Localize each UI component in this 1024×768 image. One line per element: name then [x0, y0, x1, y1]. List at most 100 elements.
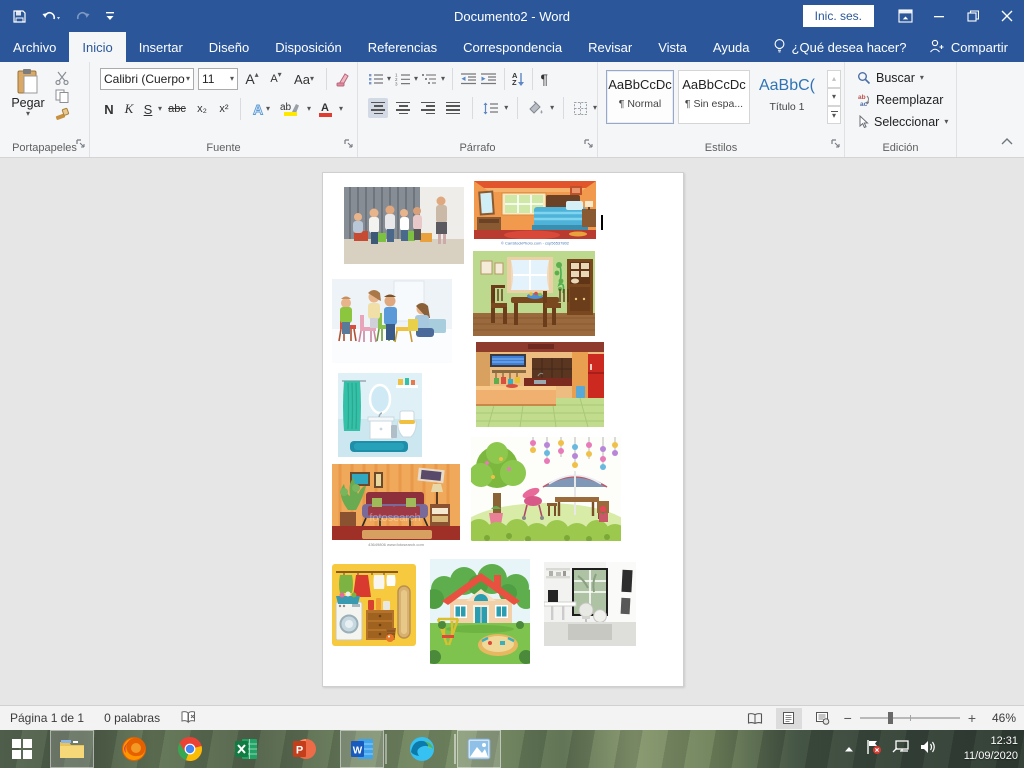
- customize-qat-icon[interactable]: [105, 10, 115, 22]
- strikethrough-button[interactable]: abc: [164, 103, 190, 115]
- decrease-indent-button[interactable]: [460, 72, 477, 86]
- start-button[interactable]: [0, 730, 44, 768]
- justify-button[interactable]: [443, 98, 463, 118]
- paragraph-dialog-launcher-icon[interactable]: [584, 136, 594, 154]
- select-button[interactable]: Seleccionar ▾: [857, 112, 956, 132]
- share-button[interactable]: Compartir: [921, 32, 1016, 62]
- numbering-button[interactable]: 123: [394, 72, 411, 86]
- tab-referencias[interactable]: Referencias: [355, 32, 450, 62]
- highlight-button[interactable]: ab: [275, 102, 305, 116]
- font-color-button[interactable]: A: [313, 102, 337, 117]
- highlight-dropdown-icon[interactable]: ▾: [307, 105, 311, 113]
- tab-inicio[interactable]: Inicio: [69, 32, 125, 62]
- styles-scroll-down-icon[interactable]: ▾: [827, 88, 841, 106]
- taskbar-clock[interactable]: 12:31 11/09/2020: [964, 734, 1018, 764]
- show-marks-button[interactable]: ¶: [540, 71, 548, 87]
- garden-image[interactable]: [471, 437, 621, 541]
- copy-icon[interactable]: [54, 89, 70, 103]
- tab-ayuda[interactable]: Ayuda: [700, 32, 763, 62]
- zoom-slider[interactable]: [860, 717, 960, 719]
- zoom-out-button[interactable]: −: [844, 710, 852, 726]
- clear-formatting-icon[interactable]: [335, 72, 351, 87]
- grow-font-button[interactable]: A▴: [242, 71, 262, 87]
- paste-button[interactable]: Pegar ▾: [8, 68, 48, 118]
- format-painter-icon[interactable]: [54, 107, 70, 121]
- tell-me-box[interactable]: ¿Qué desea hacer?: [763, 32, 917, 62]
- align-right-button[interactable]: [418, 98, 438, 118]
- taskbar-excel[interactable]: [224, 730, 268, 768]
- font-dialog-launcher-icon[interactable]: [344, 136, 354, 154]
- italic-button[interactable]: K: [120, 101, 138, 117]
- font-family-combo[interactable]: Calibri (Cuerpo▾: [100, 68, 194, 90]
- style-normal[interactable]: AaBbCcDc ¶ Normal: [606, 70, 674, 124]
- subscript-button[interactable]: x₂: [192, 103, 212, 115]
- minimize-button[interactable]: [922, 0, 956, 32]
- zoom-slider-thumb[interactable]: [888, 712, 893, 724]
- taskbar-chrome[interactable]: [168, 730, 212, 768]
- taskbar-firefox[interactable]: [112, 730, 156, 768]
- sign-in-button[interactable]: Inic. ses.: [803, 5, 874, 27]
- proofing-icon[interactable]: [180, 710, 197, 727]
- collapse-ribbon-icon[interactable]: [1000, 133, 1014, 151]
- hidden-icons-chevron[interactable]: [843, 740, 855, 758]
- tab-diseno[interactable]: Diseño: [196, 32, 262, 62]
- bathroom-image[interactable]: [338, 373, 422, 457]
- ribbon-display-options-icon[interactable]: [888, 0, 922, 32]
- styles-more-icon[interactable]: ▾: [827, 106, 841, 124]
- restore-button[interactable]: [956, 0, 990, 32]
- redo-icon[interactable]: [75, 9, 91, 23]
- shrink-font-button[interactable]: A▾: [266, 73, 286, 85]
- save-icon[interactable]: [12, 9, 27, 24]
- borders-button[interactable]: [573, 101, 588, 116]
- taskbar-edge[interactable]: [400, 730, 444, 768]
- tab-disposicion[interactable]: Disposición: [262, 32, 354, 62]
- find-button[interactable]: Buscar ▾: [857, 68, 956, 88]
- print-layout-icon[interactable]: [776, 708, 802, 729]
- word-count[interactable]: 0 palabras: [104, 711, 160, 725]
- taskbar-file-explorer[interactable]: [50, 730, 94, 768]
- undo-icon[interactable]: [41, 9, 61, 23]
- increase-indent-button[interactable]: [480, 72, 497, 86]
- tab-vista[interactable]: Vista: [645, 32, 700, 62]
- font-color-dropdown-icon[interactable]: ▾: [339, 105, 343, 113]
- kitchen-image[interactable]: [476, 342, 604, 427]
- change-case-button[interactable]: Aa▾: [290, 72, 318, 87]
- bedroom-image[interactable]: © CanStockPhoto.com - csp56537802: [474, 181, 596, 247]
- bold-button[interactable]: N: [100, 102, 118, 117]
- living-room-image[interactable]: fotosearch 43649806 www.fotosearch.com: [332, 464, 460, 548]
- multilevel-list-button[interactable]: [421, 72, 438, 86]
- network-icon[interactable]: [892, 739, 910, 759]
- home-office-image[interactable]: [544, 562, 636, 646]
- styles-scroll-up-icon[interactable]: ▴: [827, 70, 841, 88]
- taskbar-word[interactable]: W: [340, 730, 384, 768]
- style-sin-espaciado[interactable]: AaBbCcDc ¶ Sin espa...: [678, 70, 750, 124]
- taskbar-powerpoint[interactable]: P: [282, 730, 326, 768]
- line-spacing-button[interactable]: [482, 101, 499, 116]
- classroom-children-image[interactable]: [344, 187, 464, 264]
- clipboard-dialog-launcher-icon[interactable]: [76, 136, 86, 154]
- superscript-button[interactable]: x²: [214, 103, 234, 115]
- replace-button[interactable]: abac Reemplazar: [857, 90, 956, 110]
- volume-icon[interactable]: [920, 740, 936, 759]
- text-effects-button[interactable]: A ▾: [247, 102, 273, 117]
- taskbar-photos[interactable]: [457, 730, 501, 768]
- shading-button[interactable]: [527, 101, 545, 116]
- cut-icon[interactable]: [54, 71, 70, 85]
- house-exterior-image[interactable]: [430, 559, 530, 664]
- document-page[interactable]: © CanStockPhoto.com - csp56537802: [322, 172, 684, 687]
- children-playing-image[interactable]: [332, 279, 452, 363]
- document-area[interactable]: © CanStockPhoto.com - csp56537802: [0, 159, 1024, 705]
- tab-insertar[interactable]: Insertar: [126, 32, 196, 62]
- web-layout-icon[interactable]: [810, 708, 836, 729]
- close-button[interactable]: [990, 0, 1024, 32]
- security-flag-icon[interactable]: [865, 739, 882, 760]
- page-indicator[interactable]: Página 1 de 1: [10, 711, 84, 725]
- tab-archivo[interactable]: Archivo: [0, 32, 69, 62]
- zoom-level[interactable]: 46%: [984, 711, 1016, 725]
- bullets-button[interactable]: [368, 72, 384, 86]
- align-left-button[interactable]: [368, 98, 388, 118]
- dining-room-image[interactable]: [473, 251, 595, 336]
- style-titulo-1[interactable]: AaBbC( Título 1: [754, 70, 820, 124]
- underline-dropdown-icon[interactable]: ▾: [158, 105, 162, 113]
- read-mode-icon[interactable]: [742, 708, 768, 729]
